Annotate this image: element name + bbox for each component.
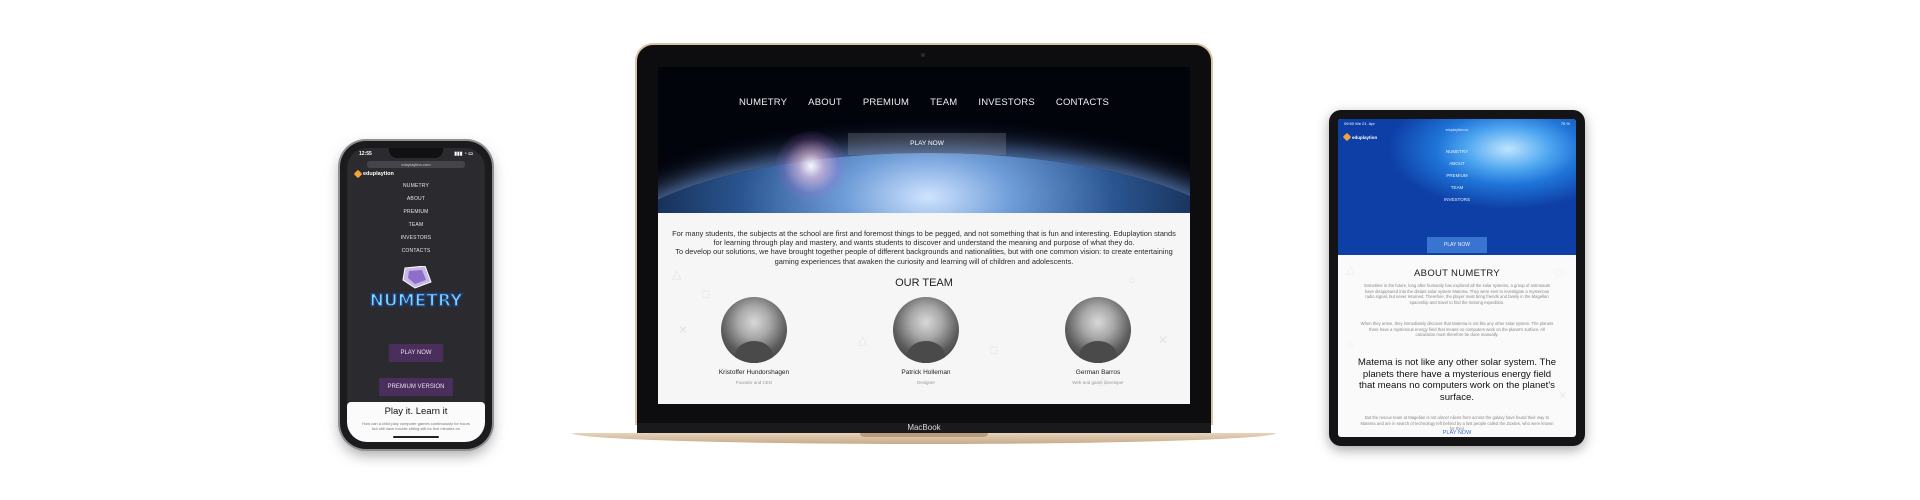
tablet-play-now-link[interactable]: PLAY NOW [1338,430,1576,436]
laptop-opening-notch [860,433,988,437]
phone-nav-item-contacts[interactable]: CONTACTS [402,248,431,254]
tablet-status-time: 09:50 We 21. Apr [1344,120,1375,126]
phone-card-title: Play it. Learn it [384,406,448,417]
cross-pattern-icon: ✕ [1158,333,1169,347]
phone-nav-item-investors[interactable]: INVESTORS [401,235,432,241]
laptop-intro-paragraph-2: To develop our solutions, we have brough… [675,247,1173,266]
laptop-play-now-button[interactable]: PLAY NOW [848,133,1006,155]
laptop-content-section: △ □ ✕ ○ △ □ ○ ✕ △ For many students, the… [658,213,1190,404]
macbook-brand-label: MacBook [907,423,941,432]
tablet-nav-menu: NUMETRY ABOUT PREMIUM TEAM INVESTORS [1338,149,1576,202]
phone-screen: 12:55 ▮▮▮ ◔ ▭ eduplaytion.com eduplaytio… [347,148,485,442]
eduplaytion-logo-icon [1342,132,1352,142]
laptop-hero-banner: NUMETRY ABOUT PREMIUM TEAM INVESTORS CON… [658,67,1190,213]
sun-flare-image [776,131,846,201]
numetry-game-logo: NUMETRY [369,266,464,312]
laptop-nav-item-premium[interactable]: PREMIUM [863,97,909,108]
laptop-device: NUMETRY ABOUT PREMIUM TEAM INVESTORS CON… [637,45,1211,423]
team-member-card[interactable]: Patrick Holleman Designer [866,297,986,385]
phone-nav-menu: NUMETRY ABOUT PREMIUM TEAM INVESTORS CON… [347,183,485,254]
team-member-card[interactable]: Kristoffer Hundorshagen Founder and CEO [694,297,814,385]
team-member-photo [1065,297,1131,363]
phone-nav-item-premium[interactable]: PREMIUM [403,209,428,215]
phone-card-text: How can a child play computer games cont… [362,421,470,432]
tablet-battery-icon: 75 % [1560,120,1570,126]
laptop-screen: NUMETRY ABOUT PREMIUM TEAM INVESTORS CON… [658,67,1190,404]
team-section-title: OUR TEAM [895,277,953,289]
eduplaytion-logo-icon [353,169,363,179]
circle-pattern-icon: ○ [1348,339,1355,351]
tablet-logo-text: eduplaytion [1352,134,1378,140]
team-member-name: German Barros [1075,369,1121,376]
phone-url-bar[interactable]: eduplaytion.com [367,161,465,168]
phone-nav-item-about[interactable]: ABOUT [407,196,425,202]
tablet-site-logo[interactable]: eduplaytion [1342,132,1378,142]
tablet-screen: 09:50 We 21. Apr 75 % eduplaytion.no edu… [1338,119,1576,437]
about-highlight-quote: Matema is not like any other solar syste… [1357,357,1557,403]
cross-pattern-icon: ✕ [678,323,689,337]
phone-play-now-button[interactable]: PLAY NOW [389,344,443,362]
about-paragraph-1: Sometime in the future, long after human… [1363,283,1551,305]
laptop-nav-item-numetry[interactable]: NUMETRY [739,97,787,108]
tablet-nav-item-premium[interactable]: PREMIUM [1446,173,1467,178]
phone-device: 12:55 ▮▮▮ ◔ ▭ eduplaytion.com eduplaytio… [340,141,492,449]
tablet-url-bar[interactable]: eduplaytion.no [1430,128,1484,133]
team-member-photo [893,297,959,363]
laptop-nav-item-about[interactable]: ABOUT [808,97,842,108]
team-member-card[interactable]: German Barros Web and game developer [1038,297,1158,385]
earth-planet-image [658,153,1190,213]
laptop-camera [921,53,925,57]
phone-logo-text: eduplaytion [363,171,394,177]
phone-home-indicator[interactable] [393,436,439,438]
laptop-nav-menu: NUMETRY ABOUT PREMIUM TEAM INVESTORS CON… [658,97,1190,108]
team-member-name: Patrick Holleman [901,369,951,376]
phone-nav-item-numetry[interactable]: NUMETRY [403,183,429,189]
numetry-logo-text: NUMETRY [370,291,463,311]
team-member-name: Kristoffer Hundorshagen [718,369,790,376]
tablet-nav-item-about[interactable]: ABOUT [1449,161,1465,166]
tablet-nav-item-investors[interactable]: INVESTORS [1444,197,1470,202]
team-member-role: Founder and CEO [735,380,773,385]
laptop-intro-paragraph-1: For many students, the subjects at the s… [672,229,1176,248]
square-pattern-icon: □ [990,343,998,357]
device-mockup-stage: 12:55 ▮▮▮ ◔ ▭ eduplaytion.com eduplaytio… [0,0,1920,500]
signal-battery-icon: ▮▮▮ ◔ ▭ [454,151,473,157]
about-numetry-title: ABOUT NUMETRY [1414,268,1500,279]
phone-premium-version-button[interactable]: PREMIUM VERSION [379,378,453,396]
laptop-intro-text: For many students, the subjects at the s… [668,229,1180,266]
phone-status-time: 12:55 [359,151,372,157]
phone-nav-item-team[interactable]: TEAM [409,222,424,228]
phone-site-logo[interactable]: eduplaytion [353,169,394,179]
tablet-status-bar: 09:50 We 21. Apr 75 % [1338,119,1576,127]
tablet-play-now-button[interactable]: PLAY NOW [1427,237,1487,253]
laptop-nav-item-contacts[interactable]: CONTACTS [1056,97,1109,108]
tablet-nav-item-numetry[interactable]: NUMETRY [1446,149,1468,154]
tablet-hero-banner: 09:50 We 21. Apr 75 % eduplaytion.no edu… [1338,119,1576,255]
team-member-photo [721,297,787,363]
phone-notch [389,148,443,158]
laptop-nav-item-team[interactable]: TEAM [930,97,957,108]
tablet-device: 09:50 We 21. Apr 75 % eduplaytion.no edu… [1329,110,1585,446]
tablet-nav-item-team[interactable]: TEAM [1451,185,1464,190]
team-member-role: Designer [916,380,935,385]
about-paragraph-2: When they arrive, they immediately disco… [1360,321,1554,338]
team-member-role: Web and game developer [1072,380,1124,385]
laptop-nav-item-investors[interactable]: INVESTORS [978,97,1035,108]
